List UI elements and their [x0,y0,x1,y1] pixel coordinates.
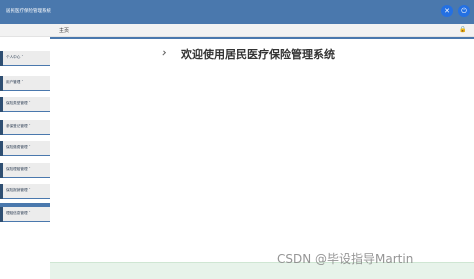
top-bar: 居民医疗保险管理系统 ✕ ⏻ [0,0,474,24]
sidebar-item-claim-info[interactable]: 理赔信息管理 ˅ [0,207,50,222]
watermark: CSDN @毕设指导Martin [277,252,414,266]
sidebar-item-reimbursement[interactable]: 保险报销管理 ˅ [0,184,50,199]
app-title: 居民医疗保险管理系统 [6,9,51,14]
breadcrumb: 主页 🔒 [0,24,474,37]
sidebar-item-claims[interactable]: 保险理赔管理 ˅ [0,163,50,178]
sidebar-item-payment[interactable]: 保险缴费管理 ˅ [0,141,50,156]
sidebar-item-user-management[interactable]: 用户管理 ˅ [0,76,50,91]
sidebar-item-label: 参保登记管理 ˅ [6,124,31,128]
lock-icon[interactable]: 🔒 [459,26,466,33]
sidebar-item-label: 保险缴费管理 ˅ [6,145,31,149]
close-icon[interactable]: ✕ [441,5,453,17]
content-top-divider [50,37,474,39]
sidebar-bottom-bar [0,203,50,207]
sidebar-item-label: 理赔信息管理 ˅ [6,211,31,215]
sidebar-item-label: 保险类型管理 ˅ [6,101,31,105]
sidebar-item-personal-center[interactable]: 个人中心 ˅ [0,51,50,66]
sidebar-item-enrollment[interactable]: 参保登记管理 ˅ [0,120,50,135]
welcome-heading: 欢迎使用居民医疗保险管理系统 [181,48,335,61]
chevron-right-icon [161,50,166,56]
sidebar-item-label: 用户管理 ˅ [6,80,24,84]
sidebar: 个人中心 ˅ 用户管理 ˅ 保险类型管理 ˅ 参保登记管理 ˅ 保险缴费管理 ˅… [0,37,50,222]
sidebar-item-label: 个人中心 ˅ [6,55,24,59]
exit-icon[interactable]: ⏻ [458,5,470,17]
sidebar-item-label: 保险报销管理 ˅ [6,188,31,192]
sidebar-item-insurance-type[interactable]: 保险类型管理 ˅ [0,97,50,112]
breadcrumb-home[interactable]: 主页 [59,27,69,34]
sidebar-item-label: 保险理赔管理 ˅ [6,167,31,171]
